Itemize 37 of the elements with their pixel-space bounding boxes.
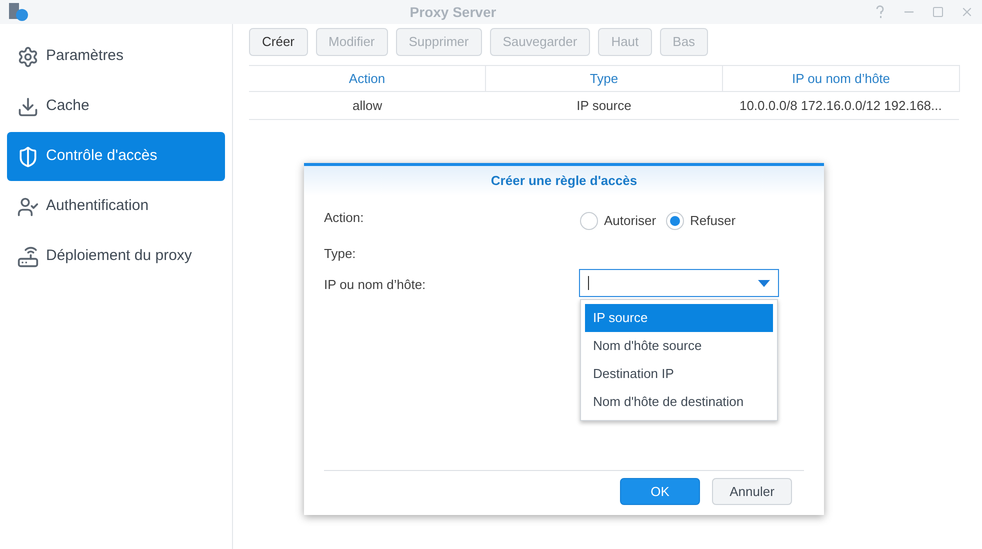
radio-button[interactable] (580, 212, 598, 230)
sidebar-item[interactable]: Cache (7, 82, 225, 131)
download-icon (17, 96, 39, 118)
field-label: Action: (324, 209, 364, 227)
router-icon (17, 246, 39, 268)
radio-label[interactable]: Autoriser (604, 211, 656, 230)
dropdown-option[interactable]: Nom d'hôte source (585, 332, 773, 360)
close-icon[interactable] (960, 5, 974, 19)
radio-button[interactable] (666, 212, 684, 230)
window-title: Proxy Server (410, 2, 496, 22)
toolbar-button[interactable]: Créer (249, 28, 308, 56)
field-label: Type: (324, 245, 356, 263)
user-icon (17, 196, 39, 218)
sidebar-item[interactable]: Contrôle d'accès (7, 132, 225, 181)
dropdown-option[interactable]: Destination IP (585, 360, 773, 388)
sidebar-item[interactable]: Déploiement du proxy (7, 232, 225, 281)
column-header[interactable]: Type (590, 68, 618, 88)
dropdown-arrow-icon (758, 280, 770, 286)
table-cell-text: allow (352, 96, 382, 115)
sidebar-item[interactable]: Paramètres (7, 32, 225, 81)
cancel-button[interactable]: Annuler (712, 478, 792, 505)
table-row[interactable]: allow IP source 10.0.0.0/8 172.16.0.0/12 192.168... (249, 92, 959, 120)
dialog-title: Créer une règle d'accès (490, 172, 638, 190)
column-header[interactable]: IP ou nom d’hôte (792, 68, 890, 88)
dropdown-option[interactable]: Nom d'hôte de destination (585, 388, 773, 416)
table-cell-text: 10.0.0.0/8 172.16.0.0/12 192.168... (739, 96, 942, 115)
dropdown-option[interactable]: IP source (585, 304, 773, 332)
help-icon[interactable] (874, 5, 886, 19)
type-combobox[interactable] (579, 269, 779, 297)
sidebar-item[interactable]: Authentification (7, 182, 225, 231)
maximize-icon[interactable] (932, 6, 944, 18)
field-label: IP ou nom d’hôte: (324, 276, 426, 294)
gear-icon (17, 46, 39, 68)
shield-icon (17, 146, 39, 168)
radio-label[interactable]: Refuser (690, 211, 736, 230)
column-header[interactable]: Action (348, 68, 386, 88)
table-cell-text: IP source (576, 96, 632, 115)
